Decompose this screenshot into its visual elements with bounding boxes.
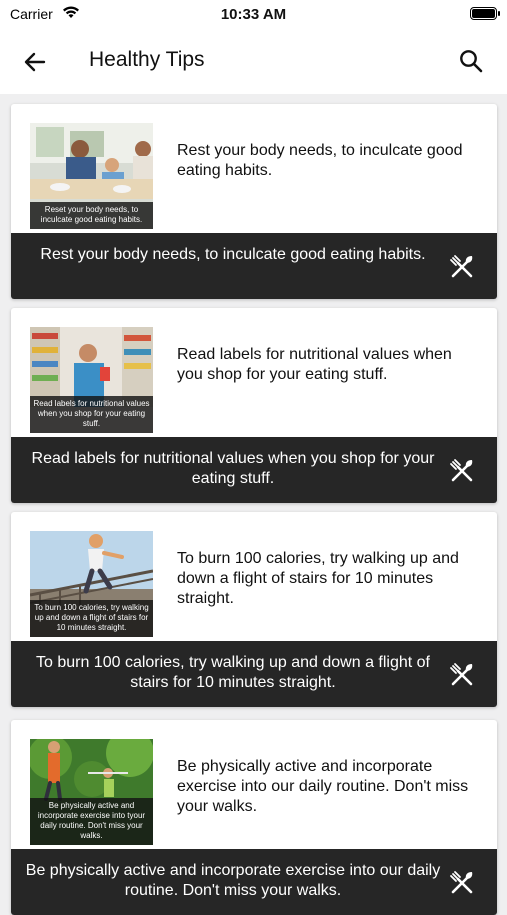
- battery-icon: [470, 7, 500, 20]
- fork-knife-icon[interactable]: [448, 457, 476, 485]
- tip-thumbnail-caption: Read labels for nutritional values when …: [30, 396, 153, 433]
- tip-thumbnail-caption: To burn 100 calories, try walking up and…: [30, 600, 153, 637]
- tip-footer-bar: Rest your body needs, to inculcate good …: [11, 233, 497, 299]
- tip-footer-bar: Read labels for nutritional values when …: [11, 437, 497, 503]
- status-bar: Carrier 10:33 AM: [0, 0, 507, 30]
- fork-knife-icon[interactable]: [448, 869, 476, 897]
- tip-text: Be physically active and incorporate exe…: [177, 758, 469, 815]
- tip-footer-bar: Be physically active and incorporate exe…: [11, 849, 497, 915]
- page-title: Healthy Tips: [89, 48, 205, 71]
- tip-card[interactable]: Read labels for nutritional values when …: [11, 308, 497, 503]
- back-button[interactable]: [20, 47, 50, 77]
- fork-knife-icon[interactable]: [448, 661, 476, 689]
- tip-thumbnail: Be physically active and incorporate exe…: [30, 739, 153, 845]
- tip-thumbnail: Reset your body needs, to inculcate good…: [30, 123, 153, 229]
- arrow-left-icon: [24, 52, 46, 72]
- tip-text: Rest your body needs, to inculcate good …: [177, 142, 463, 179]
- navigation-bar: Healthy Tips: [0, 30, 507, 94]
- tip-footer-text: To burn 100 calories, try walking up and…: [35, 654, 430, 691]
- search-icon: [460, 50, 483, 73]
- tip-thumbnail: Read labels for nutritional values when …: [30, 327, 153, 433]
- tip-footer-text: Be physically active and incorporate exe…: [25, 862, 441, 899]
- tip-card-body: Be physically active and incorporate exe…: [11, 720, 497, 849]
- tip-text: To burn 100 calories, try walking up and…: [177, 550, 459, 607]
- tip-footer-bar: To burn 100 calories, try walking up and…: [11, 641, 497, 707]
- tip-card-body: Read labels for nutritional values when …: [11, 308, 497, 437]
- tip-card[interactable]: Be physically active and incorporate exe…: [11, 720, 497, 915]
- search-button[interactable]: [457, 47, 485, 75]
- tip-thumbnail-caption: Reset your body needs, to inculcate good…: [30, 202, 153, 229]
- tip-card-body: To burn 100 calories, try walking up and…: [11, 512, 497, 641]
- status-time: 10:33 AM: [220, 6, 287, 23]
- tip-card-body: Reset your body needs, to inculcate good…: [11, 104, 497, 233]
- tip-thumbnail: To burn 100 calories, try walking up and…: [30, 531, 153, 637]
- tip-footer-text: Read labels for nutritional values when …: [31, 450, 435, 487]
- tip-card[interactable]: To burn 100 calories, try walking up and…: [11, 512, 497, 707]
- tip-thumbnail-caption: Be physically active and incorporate exe…: [30, 798, 153, 845]
- tip-text: Read labels for nutritional values when …: [177, 346, 452, 383]
- tip-card[interactable]: Reset your body needs, to inculcate good…: [11, 104, 497, 299]
- tip-footer-text: Rest your body needs, to inculcate good …: [40, 246, 426, 263]
- fork-knife-icon[interactable]: [448, 253, 476, 281]
